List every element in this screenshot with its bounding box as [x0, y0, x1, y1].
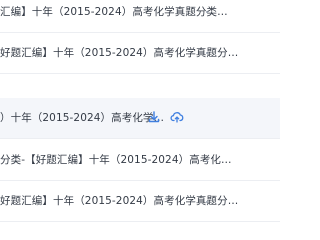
list-item[interactable]: 好题汇编】十年（2015-2024）高考化学真题分…: [0, 33, 280, 74]
download-icon[interactable]: [147, 110, 161, 124]
more-icon[interactable]: [206, 201, 208, 203]
more-icon[interactable]: [206, 160, 208, 162]
more-icon[interactable]: [206, 52, 208, 54]
list-item[interactable]: ）十年（2015-2024）高考化学…: [0, 98, 280, 139]
more-icon[interactable]: [206, 11, 208, 13]
file-list: 汇编】十年（2015-2024）高考化学真题分类… 好题汇编】十年（2015-2…: [0, 0, 280, 222]
cloud-upload-icon[interactable]: [170, 110, 184, 124]
file-title[interactable]: 好题汇编】十年（2015-2024）高考化学真题分…: [0, 181, 238, 222]
file-title[interactable]: ）十年（2015-2024）高考化学…: [0, 98, 164, 139]
file-title[interactable]: 汇编】十年（2015-2024）高考化学真题分类…: [0, 0, 228, 33]
list-item[interactable]: 好题汇编】十年（2015-2024）高考化学真题分…: [0, 181, 280, 222]
file-title[interactable]: 好题汇编】十年（2015-2024）高考化学真题分…: [0, 33, 238, 74]
list-item[interactable]: 汇编】十年（2015-2024）高考化学真题分类…: [0, 0, 280, 33]
list-item[interactable]: 分类-【好题汇编】十年（2015-2024）高考化…: [0, 140, 280, 181]
file-title[interactable]: 分类-【好题汇编】十年（2015-2024）高考化…: [0, 140, 232, 181]
